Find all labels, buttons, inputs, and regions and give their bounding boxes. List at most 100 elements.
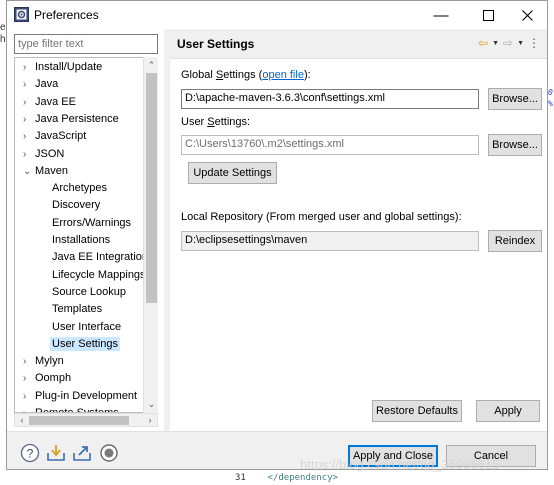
collapsed-arrow-icon[interactable]: › [23,128,35,145]
tree-node-label: Source Lookup [52,285,126,298]
help-icon[interactable]: ? [20,443,40,463]
tree-node[interactable]: › JavaScript [23,128,86,145]
filter-input[interactable] [14,34,158,54]
tree-child-node[interactable]: Errors/Warnings [52,215,131,232]
tree-node-label: User Interface [52,320,122,333]
tree-node-label: Archetypes [52,182,108,195]
export-icon[interactable] [72,443,92,463]
maximize-icon [482,9,494,21]
scroll-thumb[interactable] [146,73,157,303]
tree-vertical-scrollbar[interactable]: ⌃ ⌄ [143,57,158,413]
view-menu-icon[interactable]: ⋮ [528,36,540,50]
tree-node-label: Discovery [52,199,101,212]
update-settings-button[interactable]: Update Settings [188,162,277,184]
tree-node-label: User Settings [50,336,121,351]
watermark: https://blog.csdn.net/qq_35996615 [300,457,500,472]
collapsed-arrow-icon[interactable]: › [23,111,35,128]
tree-child-node[interactable]: User Settings [50,336,121,353]
window-title: Preferences [34,8,99,22]
tree-node-label: Installations [52,234,111,246]
tree-child-node[interactable]: Java EE Integration [52,249,148,266]
global-browse-button[interactable]: Browse... [488,88,542,110]
collapsed-arrow-icon[interactable]: › [23,405,35,412]
restore-defaults-button[interactable]: Restore Defaults [372,400,462,422]
collapsed-arrow-icon[interactable]: › [23,370,35,387]
expanded-arrow-icon[interactable]: ⌄ [23,163,35,180]
scroll-thumb[interactable] [29,416,129,425]
collapsed-arrow-icon[interactable]: › [23,146,35,163]
back-dropdown-icon[interactable]: ▼ [492,40,499,47]
tree-child-node[interactable]: User Interface [52,319,121,336]
tree-node-label: Mylyn [35,355,64,368]
minimize-button[interactable]: — [421,1,461,29]
tree-node-label: Templates [52,303,103,316]
tree-node[interactable]: › Oomph [23,370,71,387]
scroll-down-icon[interactable]: ⌄ [144,397,159,411]
tree-child-node[interactable]: Discovery [52,197,100,214]
background-char: 0 [548,88,553,97]
tree-node-label: Lifecycle Mappings [52,268,146,281]
page-navigation: ⇦ ▼ ⇨ ▼ ⋮ [478,36,540,50]
background-editor-right: 0 %, [548,0,554,485]
tree-node-label: Oomph [35,372,72,385]
tree-node-label: Java Persistence [35,112,119,125]
collapsed-arrow-icon[interactable]: › [23,76,35,93]
collapsed-arrow-icon[interactable]: › [23,59,35,76]
collapsed-arrow-icon[interactable]: › [23,388,35,405]
forward-arrow-icon[interactable]: ⇨ [503,36,513,50]
tree-child-node[interactable]: Archetypes [52,180,107,197]
minimize-icon: — [433,6,449,24]
tree-child-node[interactable]: Lifecycle Mappings [52,267,146,284]
close-icon [521,9,533,21]
tree-node-label: JSON [35,147,65,160]
maximize-button[interactable] [468,1,508,29]
apply-button[interactable]: Apply [476,400,540,422]
tree-node[interactable]: › Java [23,76,58,93]
oomph-record-icon[interactable] [99,443,119,463]
collapsed-arrow-icon[interactable]: › [23,94,35,111]
background-code-line: 31 </dependency> [235,473,338,483]
svg-text:?: ? [27,447,34,461]
open-file-link[interactable]: open file [262,69,304,81]
tree-horizontal-scrollbar[interactable]: ‹ › [14,413,158,427]
tree-child-node[interactable]: Source Lookup [52,284,126,301]
tree-child-node[interactable]: Templates [52,301,102,318]
tree-node[interactable]: ⌄ Maven [23,163,68,180]
preferences-app-icon [14,7,29,22]
preference-page: User Settings ⇦ ▼ ⇨ ▼ ⋮ Global Settings … [170,29,547,431]
tree-child-node[interactable]: Installations [52,232,110,249]
collapsed-arrow-icon[interactable]: › [23,353,35,370]
tree-node[interactable]: › JSON [23,146,64,163]
tree-node-label: Java [35,78,59,91]
forward-dropdown-icon[interactable]: ▼ [517,40,524,47]
tree-node-label: Java EE Integration [52,251,149,264]
tree-node-label: Install/Update [35,61,103,73]
background-char: e [0,22,6,33]
page-title: User Settings [177,37,255,51]
reindex-button[interactable]: Reindex [488,230,542,252]
background-char: %, [548,99,554,108]
tree-node-label: JavaScript [35,130,87,143]
local-repository-label: Local Repository (From merged user and g… [181,211,462,223]
tree-node[interactable]: › Mylyn [23,353,64,370]
back-arrow-icon[interactable]: ⇦ [478,36,488,50]
user-browse-button[interactable]: Browse... [488,134,542,156]
user-settings-label: User Settings: [181,116,251,128]
tree-node[interactable]: › Plug-in Development [23,388,137,405]
tree-node-label: Errors/Warnings [52,216,132,229]
tree-node[interactable]: ›Remote Systems [23,405,119,412]
tree-node[interactable]: › Java Persistence [23,111,119,128]
preferences-tree: › Install/Update › Java › Java EE › Java Persis… [14,57,158,413]
tree-node[interactable]: › Java EE [23,94,76,111]
import-icon[interactable] [46,443,66,463]
preferences-dialog: Preferences — ›Install/Update›Java›Java … [6,0,548,470]
local-repository-field: D:\eclipsesettings\maven [181,231,479,251]
tree-node[interactable]: › Install/Update [23,59,102,76]
scroll-right-icon[interactable]: › [143,414,157,426]
close-button[interactable] [507,1,547,29]
code-line-text: </dependency> [267,473,338,483]
scroll-left-icon[interactable]: ‹ [15,414,29,426]
scroll-up-icon[interactable]: ⌃ [144,58,159,72]
user-settings-field[interactable]: C:\Users\13760\.m2\settings.xml [181,135,479,155]
global-settings-field[interactable]: D:\apache-maven-3.6.3\conf\settings.xml [181,89,479,109]
